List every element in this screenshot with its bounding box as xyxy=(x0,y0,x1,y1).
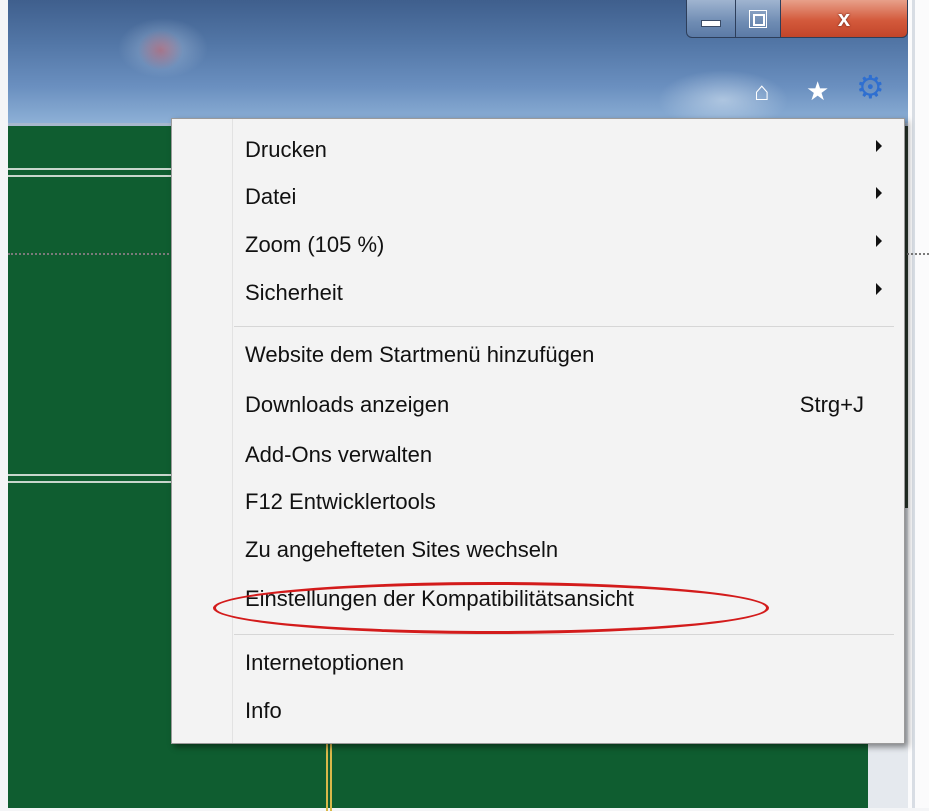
menu-item-pinned-sites[interactable]: Zu angehefteten Sites wechseln xyxy=(172,529,904,575)
submenu-arrow-icon xyxy=(876,140,882,152)
menu-item-label: Internetoptionen xyxy=(245,650,405,675)
menu-item-label: Drucken xyxy=(245,137,327,162)
menu-item-info[interactable]: Info xyxy=(172,690,904,736)
submenu-arrow-icon xyxy=(876,283,882,295)
favorites-star-icon[interactable]: ★ xyxy=(806,76,829,106)
menu-separator xyxy=(234,634,894,635)
menu-item-devtools[interactable]: F12 Entwicklertools xyxy=(172,481,904,527)
restore-button[interactable] xyxy=(735,0,781,38)
menu-item-shortcut: Strg+J xyxy=(799,392,864,417)
menu-item-label: Downloads anzeigen xyxy=(245,392,450,417)
menu-item-drucken[interactable]: Drucken xyxy=(172,129,904,175)
close-icon: x xyxy=(837,5,851,31)
menu-item-addons[interactable]: Add-Ons verwalten xyxy=(172,434,904,480)
minimize-icon xyxy=(701,20,721,27)
menu-item-label: Zu angehefteten Sites wechseln xyxy=(245,537,559,562)
close-button[interactable]: x xyxy=(780,0,908,38)
title-bar-decoration xyxy=(138,30,183,70)
highlight-annotation-oval xyxy=(213,582,769,634)
menu-item-add-to-start-menu[interactable]: Website dem Startmenü hinzufügen xyxy=(172,334,904,380)
tools-gear-icon[interactable]: ⚙ xyxy=(856,71,885,103)
menu-item-downloads[interactable]: Downloads anzeigen Strg+J xyxy=(172,384,904,430)
menu-item-label: Zoom (105 %) xyxy=(245,232,385,257)
menu-item-label: Website dem Startmenü hinzufügen xyxy=(245,342,595,367)
minimize-button[interactable] xyxy=(686,0,736,38)
menu-separator xyxy=(234,326,894,327)
menu-item-datei[interactable]: Datei xyxy=(172,176,904,222)
home-icon[interactable]: ⌂ xyxy=(754,76,770,106)
submenu-arrow-icon xyxy=(876,235,882,247)
menu-item-label: F12 Entwicklertools xyxy=(245,489,436,514)
menu-item-zoom[interactable]: Zoom (105 %) xyxy=(172,224,904,270)
menu-item-label: Datei xyxy=(245,184,297,209)
tools-menu: Drucken Datei Zoom (105 %) Sicherheit We… xyxy=(171,118,905,744)
restore-icon xyxy=(749,9,767,28)
menu-item-label: Add-Ons verwalten xyxy=(245,442,433,467)
menu-item-internet-options[interactable]: Internetoptionen xyxy=(172,642,904,688)
menu-item-sicherheit[interactable]: Sicherheit xyxy=(172,272,904,318)
menu-item-label: Info xyxy=(245,698,282,723)
page-divider-line xyxy=(8,474,178,483)
page-divider-line xyxy=(8,168,178,177)
window-right-edge xyxy=(908,0,929,808)
submenu-arrow-icon xyxy=(876,187,882,199)
menu-item-label: Sicherheit xyxy=(245,280,343,305)
page-vertical-line xyxy=(326,741,332,811)
